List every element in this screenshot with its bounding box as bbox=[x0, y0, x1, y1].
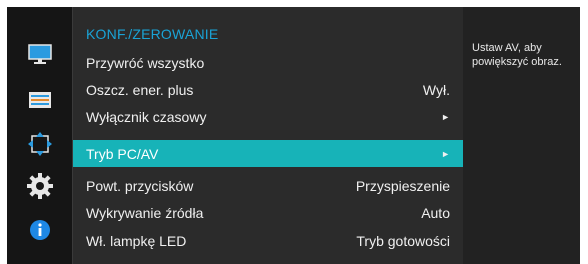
menu-item-power-led[interactable]: Wł. lampkę LED Tryb gotowości bbox=[73, 227, 463, 254]
help-panel: Ustaw AV, aby powiększyć obraz. bbox=[463, 7, 580, 264]
picture-icon[interactable] bbox=[27, 41, 53, 67]
osd-window: KONF./ZEROWANIE Przywróć wszystko Oszcz.… bbox=[7, 7, 580, 264]
help-text: Ustaw AV, aby powiększyć obraz. bbox=[472, 42, 562, 68]
menu-item-key-repeat-time[interactable]: Powt. przycisków Przyspieszenie bbox=[73, 172, 463, 199]
menu-item-label: Tryb PC/AV bbox=[86, 145, 159, 162]
menu-item-reset-all[interactable]: Przywróć wszystko bbox=[73, 49, 463, 76]
menu-item-value: Tryb gotowości bbox=[356, 232, 450, 249]
menu-item-label: Wł. lampkę LED bbox=[86, 232, 187, 249]
information-icon[interactable] bbox=[27, 217, 53, 243]
category-sidebar bbox=[7, 7, 72, 264]
menu-title: KONF./ZEROWANIE bbox=[86, 26, 219, 42]
menu-item-eco-saving-plus[interactable]: Oszcz. ener. plus Wył. bbox=[73, 76, 463, 103]
menu-item-value: Wył. bbox=[422, 81, 450, 98]
setup-reset-menu: KONF./ZEROWANIE Przywróć wszystko Oszcz.… bbox=[72, 7, 464, 264]
menu-item-pc-av-mode[interactable]: Tryb PC/AV ► bbox=[73, 140, 463, 167]
submenu-arrow-icon: ► bbox=[441, 148, 450, 159]
menu-item-label: Wyłącznik czasowy bbox=[86, 108, 207, 125]
menu-item-label: Przywróć wszystko bbox=[86, 54, 205, 71]
menu-item-value: Auto bbox=[421, 204, 450, 221]
submenu-arrow-icon: ► bbox=[441, 111, 450, 122]
onscreen-display-icon[interactable] bbox=[27, 87, 53, 113]
menu-item-label: Powt. przycisków bbox=[86, 177, 194, 194]
menu-item-label: Oszcz. ener. plus bbox=[86, 81, 194, 98]
menu-item-off-timer[interactable]: Wyłącznik czasowy ► bbox=[73, 103, 463, 130]
menu-item-label: Wykrywanie źródła bbox=[86, 204, 204, 221]
menu-item-value: Przyspieszenie bbox=[355, 177, 450, 194]
system-gear-icon[interactable] bbox=[26, 173, 53, 199]
menu-item-source-detection[interactable]: Wykrywanie źródła Auto bbox=[73, 199, 463, 226]
setup-reset-icon[interactable] bbox=[27, 131, 53, 157]
